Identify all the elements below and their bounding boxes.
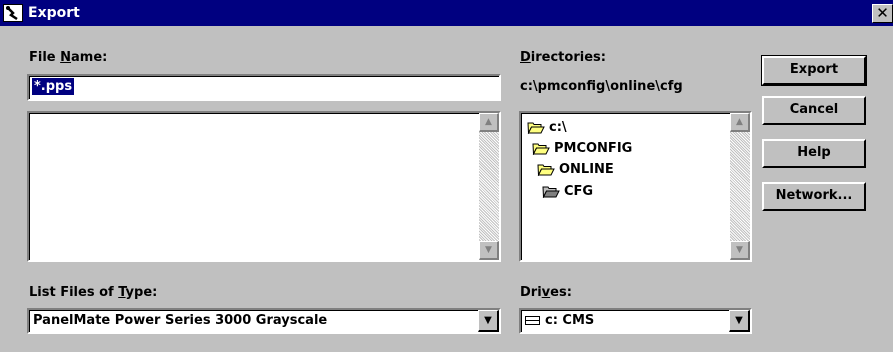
directory-label: c:\	[549, 119, 567, 135]
chevron-down-icon: ▼	[484, 315, 492, 326]
open-folder-icon	[527, 122, 545, 134]
window-title: Export	[28, 5, 80, 21]
directory-list-scrollbar[interactable]: ▲ ▼	[730, 113, 750, 260]
open-folder-icon	[537, 164, 555, 176]
title-bar: Export ✕	[0, 0, 893, 26]
app-icon[interactable]	[3, 4, 23, 22]
scroll-up-button[interactable]: ▲	[730, 113, 750, 132]
file-type-select[interactable]: PanelMate Power Series 3000 Grayscale ▼	[27, 308, 501, 334]
file-type-dropdown-button[interactable]: ▼	[478, 310, 499, 332]
export-button[interactable]: Export	[761, 55, 867, 86]
chevron-down-icon: ▼	[735, 315, 743, 326]
scroll-down-button[interactable]: ▼	[479, 241, 499, 260]
drives-dropdown-button[interactable]: ▼	[729, 310, 750, 332]
directory-item[interactable]: c:\	[527, 117, 567, 137]
drives-label: Drives:	[520, 285, 572, 300]
arrow-up-icon: ▲	[485, 117, 492, 127]
file-type-label: List Files of Type:	[29, 285, 158, 300]
scroll-up-button[interactable]: ▲	[479, 113, 499, 132]
close-button[interactable]: ✕	[872, 4, 893, 23]
file-type-value: PanelMate Power Series 3000 Grayscale	[33, 313, 328, 328]
file-list-scrollbar[interactable]: ▲ ▼	[479, 113, 499, 260]
close-icon: ✕	[876, 4, 889, 22]
drives-select[interactable]: c: CMS ▼	[519, 308, 752, 334]
file-name-input[interactable]: *.pps	[27, 74, 501, 101]
directory-list[interactable]: c:\ PMCONFIG ONLINE CFG ▲ ▼	[519, 111, 752, 262]
file-name-value: *.pps	[32, 78, 75, 95]
directory-item[interactable]: ONLINE	[537, 159, 614, 179]
cancel-button[interactable]: Cancel	[762, 96, 866, 125]
drive-icon	[525, 316, 540, 325]
file-list[interactable]: ▲ ▼	[27, 111, 501, 262]
network-button[interactable]: Network...	[762, 182, 866, 211]
directory-label: PMCONFIG	[554, 140, 633, 156]
help-button[interactable]: Help	[762, 139, 866, 168]
directory-item[interactable]: PMCONFIG	[532, 138, 632, 158]
drives-value: c: CMS	[545, 313, 595, 328]
arrow-down-icon: ▼	[485, 245, 492, 255]
directory-label: CFG	[564, 183, 594, 199]
directory-item[interactable]: CFG	[542, 181, 593, 201]
directories-label: Directories:	[520, 50, 606, 65]
arrow-up-icon: ▲	[736, 117, 743, 127]
open-folder-icon	[542, 186, 560, 198]
current-path: c:\pmconfig\online\cfg	[520, 79, 683, 94]
arrow-down-icon: ▼	[736, 245, 743, 255]
directory-label: ONLINE	[559, 161, 614, 177]
open-folder-icon	[532, 143, 550, 155]
scroll-down-button[interactable]: ▼	[730, 241, 750, 260]
file-name-label: File Name:	[29, 50, 108, 65]
